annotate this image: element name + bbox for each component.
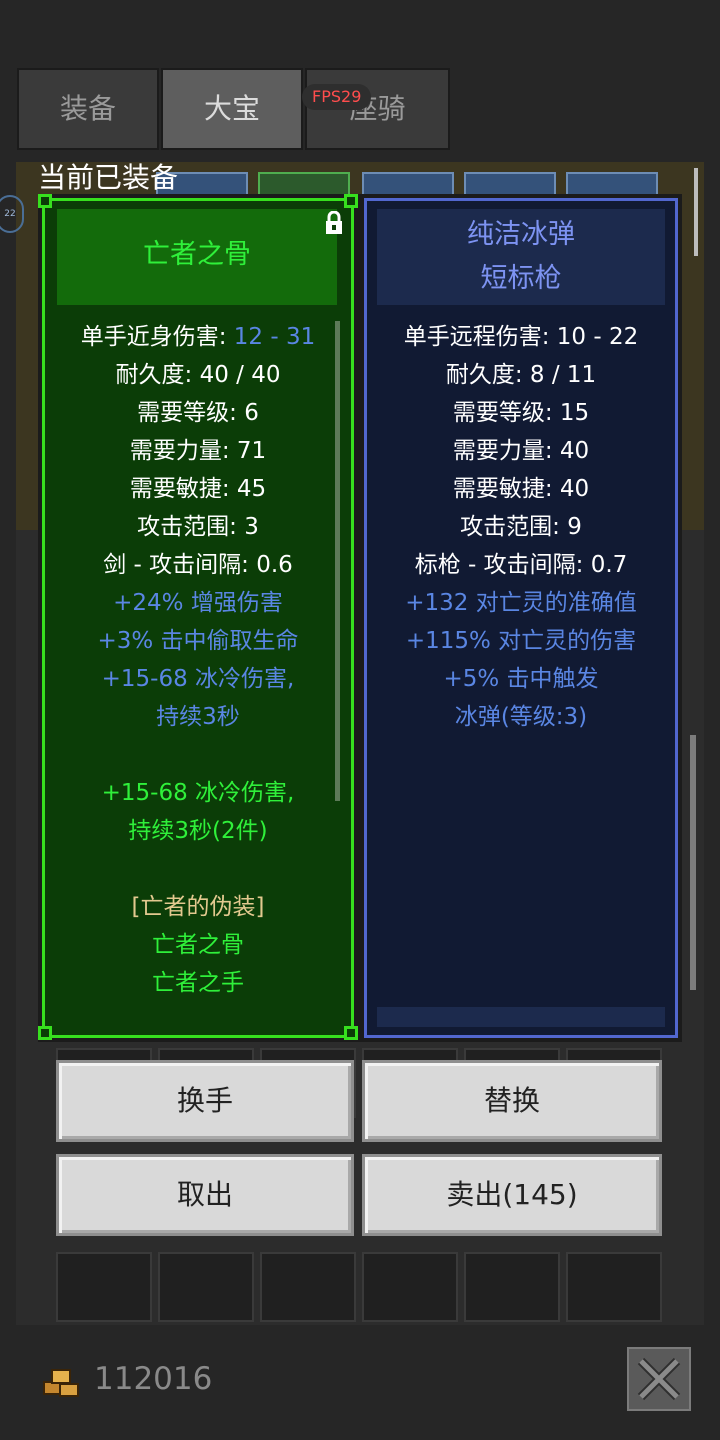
lock-icon[interactable] [323, 211, 345, 235]
magic-line: +115% 对亡灵的伤害 [405, 628, 637, 654]
item-stats: 单手远程伤害: 10 - 22 耐久度: 8 / 11 需要等级: 15 需要力… [367, 318, 675, 736]
swap-hand-button[interactable]: 换手 [56, 1060, 354, 1142]
close-icon [637, 1357, 681, 1401]
gold-coins-icon [43, 1369, 79, 1397]
item-stats: 单手近身伤害: 12 - 31 耐久度: 40 / 40 需要等级: 6 需要力… [45, 318, 351, 1002]
magic-line: +24% 增强伤害 [113, 590, 283, 616]
stat-value: 12 - 31 [233, 324, 316, 350]
magic-line: +5% 击中触发 [443, 666, 599, 692]
set-name: [亡者的伪装] [131, 894, 265, 920]
stat-line: 标枪 - 攻击间隔: 0.7 [414, 552, 628, 578]
set-bonus-line: 持续3秒(2件) [128, 818, 268, 844]
magic-line: +15-68 冰冷伤害, [101, 666, 295, 692]
inventory-slot[interactable] [362, 1252, 458, 1322]
inventory-slot[interactable] [464, 1252, 560, 1322]
replace-button[interactable]: 替换 [362, 1060, 662, 1142]
corner-ornament [344, 194, 358, 208]
stat-line: 耐久度: 40 / 40 [115, 362, 281, 388]
tab-equipment[interactable]: 装备 [17, 68, 159, 150]
magic-line: 冰弹(等级:3) [454, 704, 588, 730]
item-footer [377, 1007, 665, 1027]
set-item: 亡者之手 [152, 970, 244, 996]
take-out-button[interactable]: 取出 [56, 1154, 354, 1236]
inventory-slot[interactable] [566, 1252, 662, 1322]
stat-line: 耐久度: 8 / 11 [445, 362, 597, 388]
set-item: 亡者之骨 [152, 932, 244, 958]
item-title-line1: 纯洁冰弹 [467, 219, 575, 250]
fps-counter: FPS29 [302, 84, 372, 110]
item-title: 亡者之骨 [143, 239, 251, 270]
item-header: 纯洁冰弹 短标枪 [377, 209, 665, 305]
stat-line: 单手近身伤害: 12 - 31 [45, 318, 351, 356]
close-button[interactable] [627, 1347, 691, 1411]
corner-ornament [38, 194, 52, 208]
stat-label: 单手近身伤害: [80, 324, 234, 350]
item-title-line2: 短标枪 [480, 263, 562, 294]
stat-line: 攻击范围: 3 [137, 514, 259, 540]
stat-line: 单手远程伤害: 10 - 22 [403, 324, 639, 350]
item-header: 亡者之骨 [57, 209, 337, 305]
compare-item-card: 纯洁冰弹 短标枪 单手远程伤害: 10 - 22 耐久度: 8 / 11 需要等… [364, 198, 678, 1038]
stat-line: 剑 - 攻击间隔: 0.6 [103, 552, 293, 578]
magic-line: 持续3秒 [156, 704, 240, 730]
stat-line: 需要敏捷: 45 [129, 476, 267, 502]
corner-ornament [38, 1026, 52, 1040]
magic-line: +132 对亡灵的准确值 [405, 590, 637, 616]
sell-button[interactable]: 卖出(145) [362, 1154, 662, 1236]
set-bonus-line: +15-68 冰冷伤害, [101, 780, 295, 806]
corner-ornament [344, 1026, 358, 1040]
stat-line: 需要力量: 40 [452, 438, 590, 464]
inventory-slot[interactable] [260, 1252, 356, 1322]
magic-line: +3% 击中偷取生命 [97, 628, 299, 654]
stat-line: 需要等级: 15 [452, 400, 590, 426]
stat-line: 需要力量: 71 [129, 438, 267, 464]
stat-line: 攻击范围: 9 [460, 514, 582, 540]
equipped-item-card: 亡者之骨 单手近身伤害: 12 - 31 耐久度: 40 / 40 需要等级: … [42, 198, 354, 1038]
background-scrollbar[interactable] [694, 168, 698, 256]
gold-amount: 112016 [94, 1361, 213, 1397]
inventory-slot[interactable] [158, 1252, 254, 1322]
equipped-label: 当前已装备 [38, 161, 179, 194]
level-badge-icon: 22 [0, 195, 24, 233]
stat-line: 需要等级: 6 [137, 400, 259, 426]
inventory-slot[interactable] [56, 1252, 152, 1322]
tab-treasure[interactable]: 大宝 [161, 68, 303, 150]
stat-line: 需要敏捷: 40 [452, 476, 590, 502]
inventory-scrollbar[interactable] [690, 735, 696, 990]
